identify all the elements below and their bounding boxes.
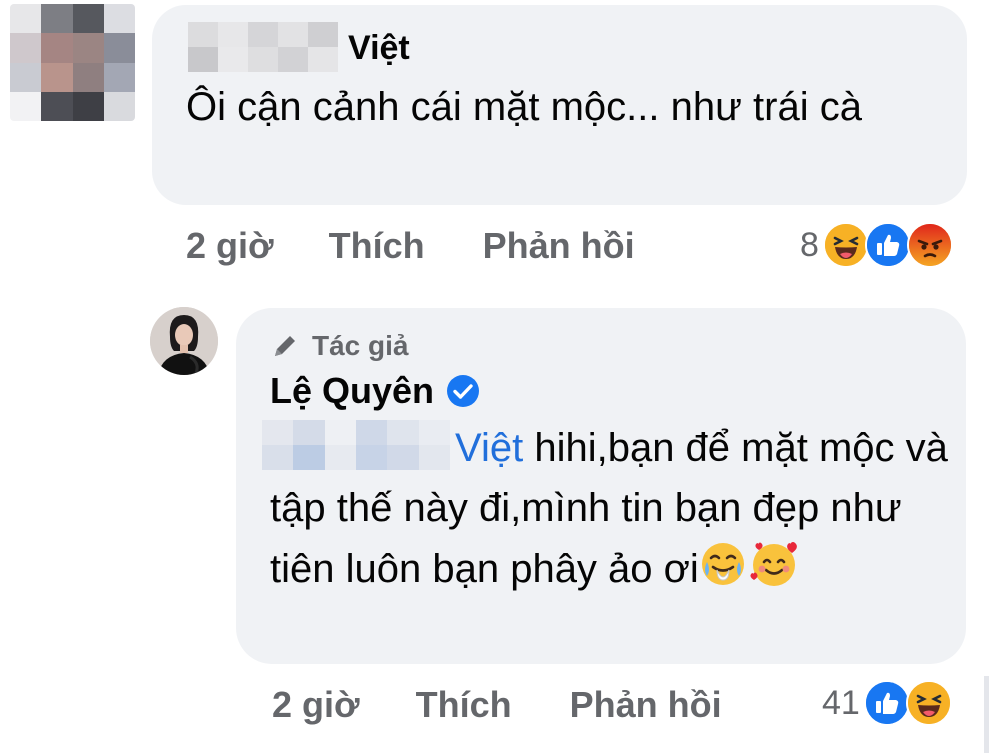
reply-author-name[interactable]: Lệ Quyên xyxy=(270,368,434,414)
comment-timestamp[interactable]: 2 giờ xyxy=(186,225,274,267)
haha-icon xyxy=(905,680,952,726)
like-button[interactable]: Thích xyxy=(416,684,512,726)
pencil-icon xyxy=(275,336,295,356)
author-badge-label: Tác giả xyxy=(312,330,409,361)
commenter-name[interactable]: Việt xyxy=(348,26,410,70)
tears-of-joy-icon xyxy=(699,540,747,605)
divider xyxy=(984,676,989,753)
angry-icon xyxy=(906,222,953,268)
author-avatar[interactable] xyxy=(150,307,218,375)
reply-timestamp[interactable]: 2 giờ xyxy=(272,684,360,726)
comment-thread: Việt Ôi cận cảnh cái mặt mộc... như trái… xyxy=(0,0,1000,753)
comment-text: Ôi cận cảnh cái mặt mộc... như trái cà xyxy=(186,85,862,129)
reply-text: Việt hihi,bạn để mặt mộc và tập thế này … xyxy=(270,418,950,605)
reply-author: Lệ Quyên xyxy=(270,368,480,414)
like-icon xyxy=(863,680,910,726)
commenter-avatar-blurred[interactable] xyxy=(10,4,135,121)
reaction-summary[interactable]: 41 xyxy=(822,680,952,726)
reply-button[interactable]: Phản hồi xyxy=(570,684,722,726)
reaction-count: 41 xyxy=(822,683,860,722)
reply-actions: 2 giờ Thích Phản hồi xyxy=(272,684,722,726)
smiling-face-with-hearts-icon xyxy=(747,538,801,605)
comment-actions: 2 giờ Thích Phản hồi xyxy=(186,225,635,267)
haha-icon xyxy=(822,222,869,268)
verified-badge-icon xyxy=(447,375,480,407)
mention-link[interactable]: Việt xyxy=(455,426,523,470)
reaction-summary[interactable]: 8 xyxy=(800,222,953,268)
reply-body: hihi,bạn để mặt mộc và tập thế này đi,mì… xyxy=(270,426,948,591)
reaction-count: 8 xyxy=(800,225,819,264)
author-badge: Tác giả xyxy=(270,330,408,362)
like-icon xyxy=(864,222,911,268)
commenter-name-blurred[interactable] xyxy=(188,22,338,72)
like-button[interactable]: Thích xyxy=(329,225,425,267)
reply-button[interactable]: Phản hồi xyxy=(483,225,635,267)
